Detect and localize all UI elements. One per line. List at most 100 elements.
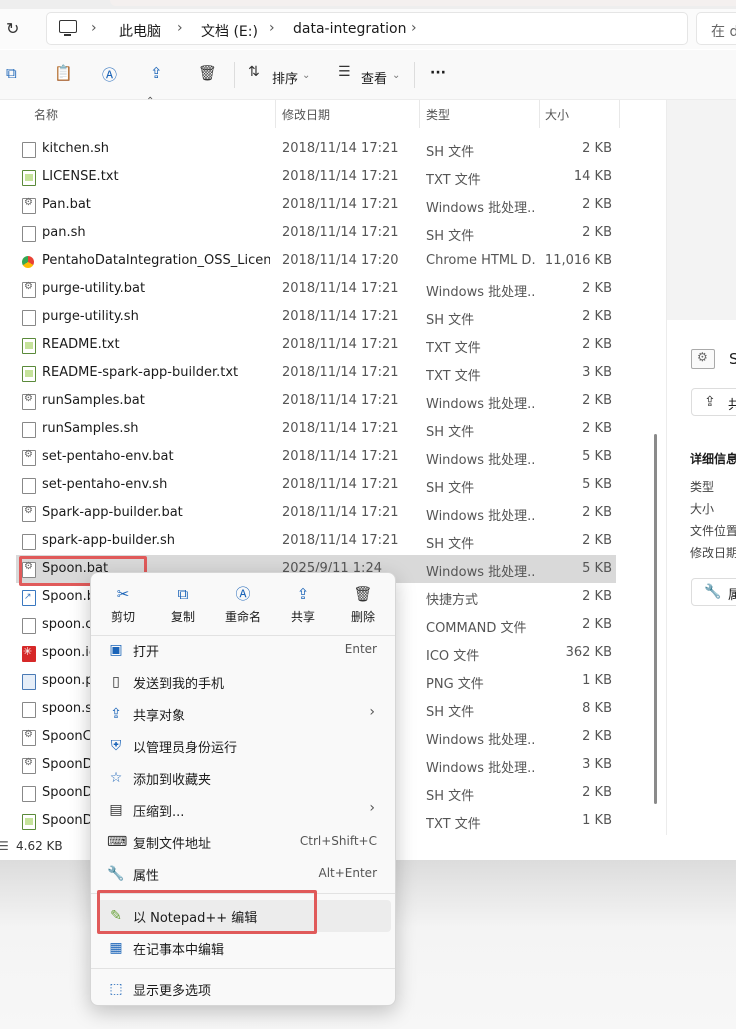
copy-button[interactable]: ⧉ 复制: [155, 583, 211, 631]
scrollbar[interactable]: [654, 434, 657, 804]
file-row[interactable]: LICENSE.txt 2018/11/14 17:21 TXT 文件 14 KB: [16, 163, 616, 191]
file-size: 8 KB: [582, 701, 612, 716]
file-row[interactable]: runSamples.bat 2018/11/14 17:21 Windows 批处…: [16, 387, 616, 415]
file-row[interactable]: kitchen.sh 2018/11/14 17:21 SH 文件 2 KB: [16, 135, 616, 163]
delete-button[interactable]: 🗑 删除: [335, 583, 391, 631]
file-size: 2 KB: [582, 421, 612, 436]
bat-file-icon: [22, 449, 36, 466]
file-type: 快捷方式: [426, 593, 479, 608]
menu-item-compress[interactable]: ▤ 压缩到... ›: [97, 794, 391, 826]
title-strip: [0, 0, 736, 9]
breadcrumb-data-integration[interactable]: data-integration: [293, 21, 407, 37]
refresh-icon[interactable]: ↻: [6, 19, 19, 38]
delete-icon[interactable]: 🗑: [198, 64, 217, 82]
chevron-right-icon[interactable]: ›: [177, 20, 183, 36]
more-options-icon: ⬚: [109, 981, 123, 997]
details-properties-label: 属: [728, 588, 736, 603]
paste-icon[interactable]: 📋: [54, 64, 73, 82]
sh-file-icon: [22, 478, 36, 494]
chevron-right-icon[interactable]: ›: [411, 20, 417, 36]
copy-icon[interactable]: ⧉: [6, 64, 17, 82]
wrench-icon: 🔧: [704, 584, 722, 600]
file-date: 2018/11/14 17:21: [282, 309, 399, 324]
file-row[interactable]: PentahoDataIntegration_OSS_License... 201…: [16, 247, 616, 275]
details-share-button[interactable]: ⇪ 共: [691, 388, 736, 416]
column-date[interactable]: 修改日期: [282, 106, 330, 123]
address-bar[interactable]: › 此电脑 › 文档 (E:) › data-integration ›: [46, 12, 688, 45]
file-row[interactable]: pan.sh 2018/11/14 17:21 SH 文件 2 KB: [16, 219, 616, 247]
column-divider[interactable]: [419, 100, 420, 128]
menu-item-run-as-admin[interactable]: ⛨ 以管理员身份运行: [97, 730, 391, 762]
menu-shortcut: Ctrl+Shift+C: [299, 834, 377, 848]
column-type[interactable]: 类型: [426, 106, 450, 123]
bat-file-icon: [22, 281, 36, 298]
file-size: 5 KB: [582, 477, 612, 492]
column-divider[interactable]: [275, 100, 276, 128]
menu-item-share-object[interactable]: ⇪ 共享对象 ›: [97, 698, 391, 730]
rename-button[interactable]: Ⓐ 重命名: [215, 583, 271, 631]
column-name[interactable]: 名称: [34, 106, 58, 123]
breadcrumb-this-pc[interactable]: 此电脑: [119, 21, 161, 41]
column-divider[interactable]: [619, 100, 620, 128]
menu-item-notepad[interactable]: ▦ 在记事本中编辑: [97, 932, 391, 964]
menu-divider: [91, 968, 395, 969]
file-type: Windows 批处理...: [426, 733, 536, 748]
menu-item-properties[interactable]: 🔧 属性 Alt+Enter: [97, 858, 391, 890]
breadcrumb-drive-e[interactable]: 文档 (E:): [201, 21, 258, 41]
column-divider[interactable]: [539, 100, 540, 128]
file-row[interactable]: README-spark-app-builder.txt 2018/11/14 1…: [16, 359, 616, 387]
file-row[interactable]: purge-utility.sh 2018/11/14 17:21 SH 文件 2 K…: [16, 303, 616, 331]
view-button[interactable]: 查看: [361, 68, 387, 87]
chevron-right-icon[interactable]: ›: [269, 20, 275, 36]
file-type: PNG 文件: [426, 677, 484, 692]
star-icon: ☆: [109, 770, 123, 786]
file-row[interactable]: Spark-app-builder.bat 2018/11/14 17:21 Win…: [16, 499, 616, 527]
file-name: Pan.bat: [42, 197, 91, 212]
more-options-button[interactable]: ···: [430, 65, 446, 81]
file-name: purge-utility.bat: [42, 281, 146, 296]
file-size: 362 KB: [565, 645, 612, 660]
menu-item-copy-path[interactable]: ⌨ 复制文件地址 Ctrl+Shift+C: [97, 826, 391, 858]
file-size: 1 KB: [582, 673, 612, 688]
file-type: TXT 文件: [426, 341, 481, 356]
sort-icon[interactable]: ⇅: [248, 64, 260, 80]
file-row[interactable]: runSamples.sh 2018/11/14 17:21 SH 文件 2 KB: [16, 415, 616, 443]
sh-file-icon: [22, 618, 36, 634]
file-type: SH 文件: [426, 705, 475, 720]
tab-edge: [110, 0, 736, 6]
bat-file-icon: [22, 197, 36, 214]
file-name: spark-app-builder.sh: [42, 533, 175, 548]
file-name: runSamples.bat: [42, 393, 145, 408]
view-icon[interactable]: ☰: [338, 64, 351, 80]
cut-button[interactable]: ✂ 剪切: [95, 583, 151, 631]
file-size: 2 KB: [582, 393, 612, 408]
sh-file-icon: [22, 702, 36, 718]
file-date: 2018/11/14 17:21: [282, 141, 399, 156]
file-row[interactable]: README.txt 2018/11/14 17:21 TXT 文件 2 KB: [16, 331, 616, 359]
details-properties-button[interactable]: 🔧 属: [691, 578, 736, 606]
file-row[interactable]: set-pentaho-env.bat 2018/11/14 17:21 Windo…: [16, 443, 616, 471]
file-row[interactable]: Pan.bat 2018/11/14 17:21 Windows 批处理... 2 K…: [16, 191, 616, 219]
menu-item-more-options[interactable]: ⬚ 显示更多选项: [97, 973, 391, 1005]
column-size[interactable]: 大小: [545, 106, 569, 123]
file-row[interactable]: set-pentaho-env.sh 2018/11/14 17:21 SH 文件 5…: [16, 471, 616, 499]
menu-item-open[interactable]: ▣ 打开 Enter: [97, 634, 391, 666]
file-size: 2 KB: [582, 197, 612, 212]
list-view-icon[interactable]: ☰: [0, 839, 9, 853]
share-icon[interactable]: ⇪: [150, 64, 163, 82]
file-name: set-pentaho-env.sh: [42, 477, 168, 492]
menu-item-add-favorites[interactable]: ☆ 添加到收藏夹: [97, 762, 391, 794]
rename-icon[interactable]: Ⓐ: [102, 64, 117, 85]
phone-icon: ▯: [112, 674, 120, 690]
chevron-right-icon[interactable]: ›: [91, 20, 97, 36]
file-row[interactable]: spark-app-builder.sh 2018/11/14 17:21 SH 文…: [16, 527, 616, 555]
toolbar-divider: [234, 62, 235, 88]
menu-item-send-to-phone[interactable]: ▯ 发送到我的手机: [97, 666, 391, 698]
search-box[interactable]: 在 d: [696, 12, 736, 45]
txt-file-icon: [22, 338, 36, 354]
file-type: SH 文件: [426, 481, 475, 496]
txt-file-icon: [22, 366, 36, 382]
share-button[interactable]: ⇪ 共享: [275, 583, 331, 631]
file-row[interactable]: purge-utility.bat 2018/11/14 17:21 Windows…: [16, 275, 616, 303]
sort-button[interactable]: 排序: [272, 68, 298, 87]
